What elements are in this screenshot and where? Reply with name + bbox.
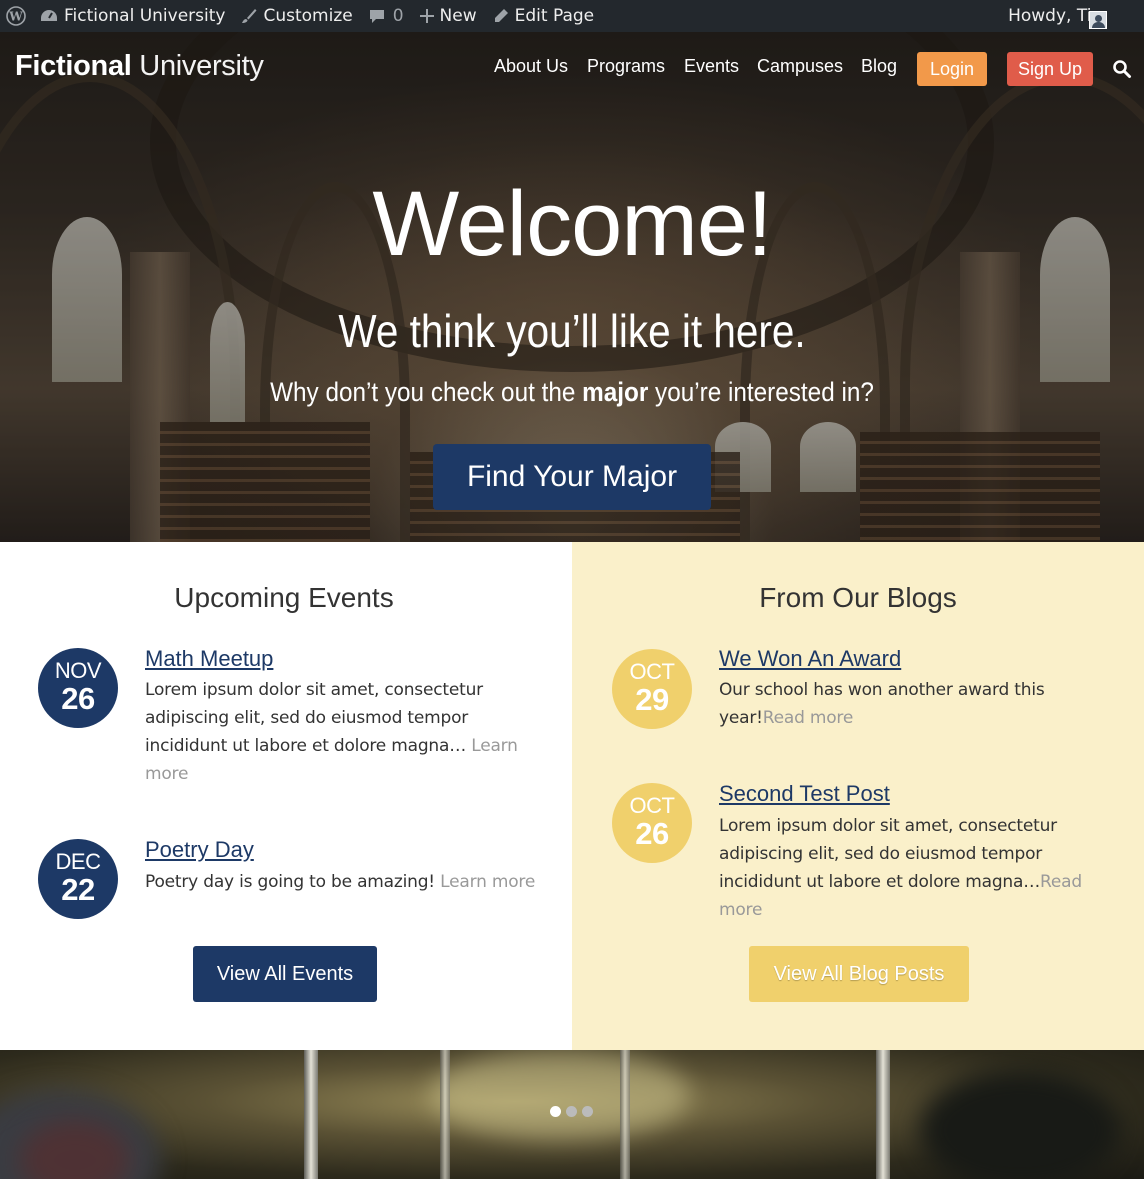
page: W Fictional University Customize 0 New E… <box>0 0 1144 1179</box>
slider-dot[interactable] <box>582 1106 593 1117</box>
hero-title: Welcome! <box>372 173 772 275</box>
customize-link[interactable]: Customize <box>233 0 360 32</box>
hero-subtitle: We think you’ll like it here. <box>338 305 806 357</box>
admin-bar: W Fictional University Customize 0 New E… <box>0 0 1144 32</box>
event-date-badge[interactable]: NOV 26 <box>38 648 118 728</box>
slider-dot[interactable] <box>550 1106 561 1117</box>
event-excerpt: Poetry day is going to be amazing! Learn… <box>145 868 545 896</box>
blogs-section: From Our Blogs OCT 29 We Won An Award Ou… <box>572 542 1144 1050</box>
nav-campuses-wrap: Campuses <box>757 56 843 77</box>
site-name: Fictional University <box>64 6 226 26</box>
blog-day: 29 <box>635 682 669 717</box>
new-label: New <box>439 6 477 26</box>
blog-day: 26 <box>635 816 669 851</box>
view-all-blog-posts-button[interactable]: View All Blog Posts <box>749 946 969 1002</box>
blog-title-link[interactable]: Second Test Post <box>719 781 890 807</box>
learn-more-link[interactable]: Learn more <box>440 872 535 892</box>
event-title-link[interactable]: Poetry Day <box>145 837 254 863</box>
hero-question-end: you’re interested in? <box>648 377 874 407</box>
logo-light: University <box>139 50 264 82</box>
hero-question: Why don’t you check out the major you’re… <box>57 377 1087 408</box>
brush-icon <box>241 8 257 24</box>
nav-programs[interactable]: Programs <box>587 56 665 77</box>
site-name-menu[interactable]: Fictional University <box>32 0 233 32</box>
sign-up-button[interactable]: Sign Up <box>1007 52 1093 86</box>
blog-date-badge[interactable]: OCT 26 <box>612 783 692 863</box>
comments-count: 0 <box>392 6 404 26</box>
site-logo[interactable]: Fictional University <box>15 50 264 83</box>
slider-dots <box>550 1106 598 1117</box>
avatar[interactable] <box>1089 11 1107 29</box>
comments-link[interactable]: 0 <box>361 0 412 32</box>
event-excerpt-text: Poetry day is going to be amazing! <box>145 872 441 892</box>
blog-excerpt-text: Lorem ipsum dolor sit amet, consectetur … <box>719 816 1057 892</box>
read-more-link[interactable]: Read more <box>763 708 854 728</box>
wordpress-icon: W <box>6 6 26 26</box>
hero-section: Welcome! We think you’ll like it here. W… <box>0 32 1144 542</box>
nav-programs-wrap: Programs <box>587 56 665 77</box>
wordpress-menu[interactable]: W <box>0 0 32 32</box>
login-button[interactable]: Login <box>917 52 987 86</box>
nav-about-us[interactable]: About Us <box>494 56 568 77</box>
event-day: 22 <box>61 872 95 907</box>
nav-blog[interactable]: Blog <box>861 56 897 77</box>
nav-blog-wrap: Blog <box>861 56 897 77</box>
search-icon[interactable] <box>1112 59 1132 79</box>
dashboard-icon <box>40 8 58 24</box>
comment-icon <box>369 8 385 24</box>
nav-campuses[interactable]: Campuses <box>757 56 843 77</box>
nav-events[interactable]: Events <box>684 56 739 77</box>
event-date-badge[interactable]: DEC 22 <box>38 839 118 919</box>
account-menu[interactable]: Howdy, Tim <box>1000 0 1144 32</box>
blog-date-badge[interactable]: OCT 29 <box>612 649 692 729</box>
site-header: Fictional University About Us Programs E… <box>0 32 1144 104</box>
event-title-link[interactable]: Math Meetup <box>145 646 273 672</box>
edit-page-link[interactable]: Edit Page <box>485 0 602 32</box>
blog-excerpt: Our school has won another award this ye… <box>719 676 1059 732</box>
blog-excerpt: Lorem ipsum dolor sit amet, consectetur … <box>719 812 1124 924</box>
logo-bold: Fictional <box>15 50 132 82</box>
event-day: 26 <box>61 681 95 716</box>
event-excerpt: Lorem ipsum dolor sit amet, consectetur … <box>145 676 530 788</box>
new-content-menu[interactable]: New <box>412 0 485 32</box>
pencil-icon <box>493 8 509 24</box>
upcoming-events-section: Upcoming Events NOV 26 Math Meetup Lorem… <box>0 542 572 1050</box>
plus-icon <box>419 9 434 23</box>
blogs-heading: From Our Blogs <box>759 582 957 613</box>
blog-title-link[interactable]: We Won An Award <box>719 646 901 672</box>
customize-label: Customize <box>263 6 353 26</box>
events-heading: Upcoming Events <box>174 582 394 613</box>
slider-dot[interactable] <box>566 1106 577 1117</box>
hero-question-bold: major <box>582 377 649 407</box>
hero-question-start: Why don’t you check out the <box>270 377 583 407</box>
nav-about-us-wrap: About Us <box>494 56 568 77</box>
hero-slider <box>0 1050 1144 1179</box>
event-excerpt-text: Lorem ipsum dolor sit amet, consectetur … <box>145 680 483 756</box>
svg-text:W: W <box>8 10 23 24</box>
find-your-major-button[interactable]: Find Your Major <box>433 444 711 510</box>
nav-events-wrap: Events <box>684 56 739 77</box>
view-all-events-button[interactable]: View All Events <box>193 946 377 1002</box>
edit-page-label: Edit Page <box>514 6 595 26</box>
